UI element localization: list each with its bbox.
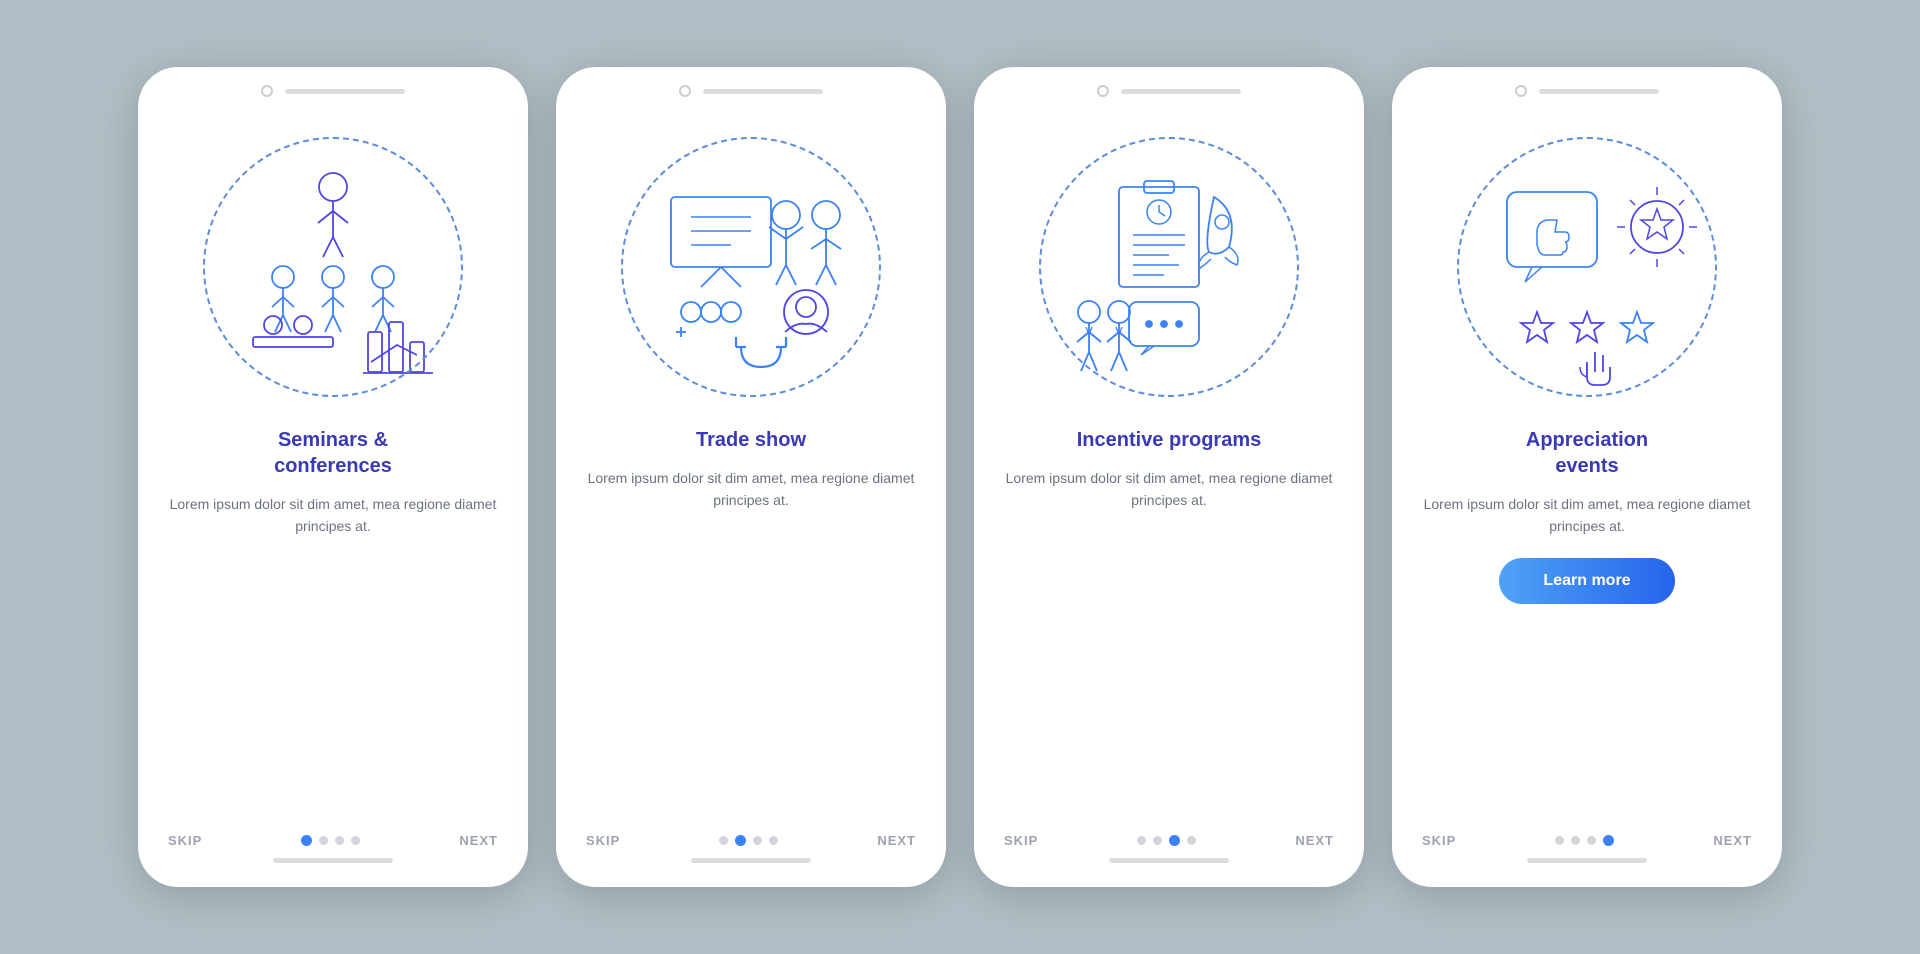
phone-content-3: Incentive programs Lorem ipsum dolor sit… [974,107,1364,823]
skip-1[interactable]: SKIP [168,833,202,848]
speaker-1 [285,89,405,94]
phone-bottom-4: SKIP NEXT [1392,823,1782,887]
card-text-3: Lorem ipsum dolor sit dim amet, mea regi… [1004,467,1334,512]
nav-row-4: SKIP NEXT [1416,823,1758,858]
phone-bottom-2: SKIP NEXT [556,823,946,887]
skip-3[interactable]: SKIP [1004,833,1038,848]
dot-1-4 [1555,836,1564,845]
card-title-1: Seminars & conferences [274,427,392,479]
phone-top-bar-1 [138,67,528,107]
illustration-seminars [183,117,483,417]
home-bar-3 [1109,858,1229,863]
phone-seminars: Seminars & conferences Lorem ipsum dolor… [138,67,528,887]
illustration-incentive [1019,117,1319,417]
dot-1-2 [719,836,728,845]
phone-top-bar-3 [974,67,1364,107]
speaker-3 [1121,89,1241,94]
camera-4 [1515,85,1527,97]
phone-top-bar-4 [1392,67,1782,107]
dot-active-2 [735,835,746,846]
dot-2-3 [1153,836,1162,845]
learn-more-button[interactable]: Learn more [1499,558,1674,604]
home-bar-4 [1527,858,1647,863]
dot-2-1 [319,836,328,845]
card-title-2: Trade show [696,427,806,453]
dot-4-3 [1187,836,1196,845]
next-3[interactable]: NEXT [1295,833,1334,848]
phone-top-bar-2 [556,67,946,107]
nav-row-2: SKIP NEXT [580,823,922,858]
dots-1 [301,835,360,846]
dots-3 [1137,835,1196,846]
skip-2[interactable]: SKIP [586,833,620,848]
card-text-4: Lorem ipsum dolor sit dim amet, mea regi… [1422,493,1752,538]
speaker-2 [703,89,823,94]
dots-4 [1555,835,1614,846]
dot-active-3 [1169,835,1180,846]
phones-container: Seminars & conferences Lorem ipsum dolor… [98,27,1822,927]
card-text-2: Lorem ipsum dolor sit dim amet, mea regi… [586,467,916,512]
dot-4-1 [351,836,360,845]
phone-bottom-1: SKIP NEXT [138,823,528,887]
dot-2-4 [1571,836,1580,845]
card-title-3: Incentive programs [1077,427,1262,453]
home-bar-1 [273,858,393,863]
phone-trade-show: Trade show Lorem ipsum dolor sit dim ame… [556,67,946,887]
dot-3-1 [335,836,344,845]
dot-active-1 [301,835,312,846]
phone-bottom-3: SKIP NEXT [974,823,1364,887]
phone-content-4: Appreciation events Lorem ipsum dolor si… [1392,107,1782,823]
dot-4-2 [769,836,778,845]
dashed-circle-2 [621,137,881,397]
dashed-circle-3 [1039,137,1299,397]
next-2[interactable]: NEXT [877,833,916,848]
phone-content-1: Seminars & conferences Lorem ipsum dolor… [138,107,528,823]
camera-3 [1097,85,1109,97]
illustration-trade-show [601,117,901,417]
dot-3-4 [1587,836,1596,845]
dot-1-3 [1137,836,1146,845]
dots-2 [719,835,778,846]
camera-1 [261,85,273,97]
phone-incentive: Incentive programs Lorem ipsum dolor sit… [974,67,1364,887]
skip-4[interactable]: SKIP [1422,833,1456,848]
phone-appreciation: Appreciation events Lorem ipsum dolor si… [1392,67,1782,887]
home-bar-2 [691,858,811,863]
illustration-appreciation [1437,117,1737,417]
card-text-1: Lorem ipsum dolor sit dim amet, mea regi… [168,493,498,538]
dashed-circle-1 [203,137,463,397]
card-title-4: Appreciation events [1526,427,1648,479]
nav-row-3: SKIP NEXT [998,823,1340,858]
next-4[interactable]: NEXT [1713,833,1752,848]
next-1[interactable]: NEXT [459,833,498,848]
dashed-circle-4 [1457,137,1717,397]
nav-row-1: SKIP NEXT [162,823,504,858]
phone-content-2: Trade show Lorem ipsum dolor sit dim ame… [556,107,946,823]
dot-active-4 [1603,835,1614,846]
dot-3-2 [753,836,762,845]
camera-2 [679,85,691,97]
speaker-4 [1539,89,1659,94]
